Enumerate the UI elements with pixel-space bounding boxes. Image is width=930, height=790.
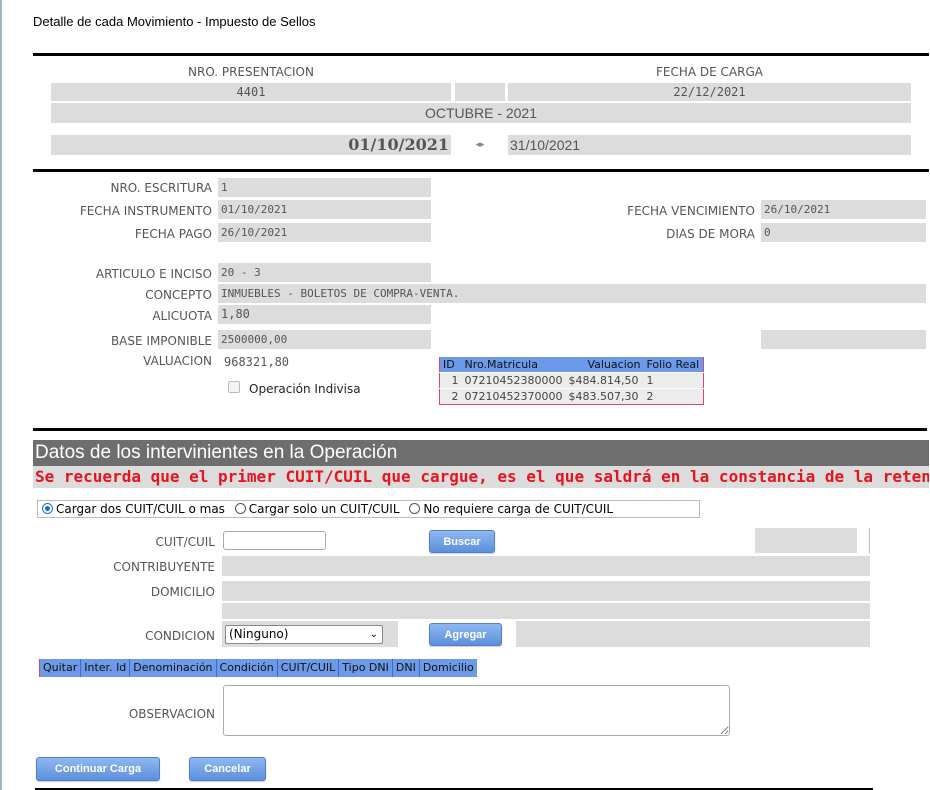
- continuar-carga-button[interactable]: Continuar Carga: [36, 757, 160, 781]
- cell-folio: 2: [643, 388, 704, 405]
- radio-un-cuit[interactable]: Cargar solo un CUIT/CUIL: [234, 502, 400, 516]
- agregar-button[interactable]: Agregar: [429, 623, 502, 646]
- table-row: 2 07210452370000 $483.507,30 2: [439, 388, 704, 405]
- divider: [869, 528, 870, 553]
- col-quitar: Quitar: [40, 659, 82, 677]
- cell-id: 1: [439, 372, 462, 389]
- radio-unselected-icon[interactable]: [234, 503, 246, 514]
- col-inter-id: Inter. Id: [81, 659, 131, 677]
- domicilio-field: [222, 581, 870, 601]
- cell-valuacion: $484.814,50: [565, 372, 644, 389]
- fecha-carga-label: FECHA DE CARGA: [656, 65, 763, 79]
- base-imponible-value: 2500000,00: [218, 330, 431, 349]
- col-denominacion: Denominación: [130, 659, 217, 677]
- valuacion-label: VALUACION: [143, 354, 212, 368]
- fecha-vencimiento-label: FECHA VENCIMIENTO: [627, 204, 755, 218]
- col-tipo-dni: Tipo DNI: [339, 659, 393, 677]
- radio-no-cuit-label: No requiere carga de CUIT/CUIL: [423, 502, 614, 516]
- warning-message: Se recuerda que el primer CUIT/CUIL que …: [33, 466, 929, 488]
- divider: [33, 53, 929, 56]
- articulo-value: 20 - 3: [218, 263, 431, 282]
- empty-field: [755, 528, 857, 553]
- observacion-label: OBSERVACION: [128, 707, 215, 721]
- col-folio-real: Folio Real: [643, 357, 704, 373]
- col-id: ID: [439, 357, 462, 373]
- empty-field: [516, 621, 870, 647]
- fecha-hasta: 31/10/2021: [508, 135, 911, 155]
- articulo-label: ARTICULO E INCISO: [95, 267, 212, 281]
- fecha-instrumento-label: FECHA INSTRUMENTO: [79, 204, 212, 218]
- window-edge: [0, 0, 2, 790]
- concepto-label: CONCEPTO: [145, 288, 212, 302]
- range-arrows-icon: ◂▸: [475, 140, 485, 150]
- cell-matricula: 07210452370000: [461, 388, 566, 405]
- section-title: Datos de los intervinientes en la Operac…: [33, 440, 929, 466]
- buscar-button[interactable]: Buscar: [429, 530, 495, 553]
- radio-un-cuit-label: Cargar solo un CUIT/CUIL: [248, 502, 400, 516]
- domicilio-label: DOMICILIO: [150, 585, 215, 599]
- intervinientes-table-header: Quitar Inter. Id Denominación Condición …: [39, 659, 477, 677]
- col-valuacion: Valuacion: [565, 357, 644, 373]
- cell-valuacion: $483.507,30: [565, 388, 644, 405]
- dias-mora-value: 0: [761, 223, 926, 242]
- table-row: 1 07210452380000 $484.814,50 1: [439, 372, 704, 389]
- radio-no-cuit[interactable]: No requiere carga de CUIT/CUIL: [409, 502, 613, 516]
- condicion-label: CONDICION: [145, 629, 215, 643]
- empty-field: [761, 330, 926, 349]
- periodo-title: OCTUBRE - 2021: [51, 103, 911, 123]
- cuit-input[interactable]: [223, 531, 326, 550]
- nro-presentacion-label: NRO. PRESENTACION: [188, 65, 314, 79]
- divider: [33, 428, 927, 431]
- matriculas-table: ID Nro.Matricula Valuacion Folio Real 1 …: [439, 357, 704, 405]
- alicuota-value: 1,80: [218, 305, 431, 324]
- fecha-carga-value: 22/12/2021: [508, 83, 911, 101]
- cell-id: 2: [439, 388, 462, 405]
- radio-dos-cuit-label: Cargar dos CUIT/CUIL o mas: [56, 502, 225, 516]
- col-domicilio: Domicilio: [422, 661, 474, 674]
- cuit-label: CUIT/CUIL: [155, 535, 215, 549]
- chevron-down-icon: ⌄: [369, 629, 378, 640]
- col-nro-matricula: Nro.Matricula: [461, 357, 566, 373]
- cell-folio: 1: [643, 372, 704, 389]
- fecha-pago-label: FECHA PAGO: [134, 227, 212, 241]
- radio-selected-icon[interactable]: [42, 503, 53, 514]
- fecha-desde: 01/10/2021: [51, 135, 451, 155]
- col-cuit: CUIT/CUIL: [278, 659, 340, 677]
- fecha-instrumento-value: 01/10/2021: [218, 200, 431, 219]
- dias-mora-label: DIAS DE MORA: [666, 227, 755, 241]
- nro-escritura-value: 1: [218, 178, 431, 197]
- base-imponible-label: BASE IMPONIBLE: [110, 334, 212, 348]
- domicilio-field-2: [222, 603, 870, 619]
- col-dni: DNI: [393, 659, 420, 677]
- cell-matricula: 07210452380000: [461, 372, 566, 389]
- concepto-value: INMUEBLES - BOLETOS DE COMPRA-VENTA.: [218, 284, 926, 303]
- fecha-pago-value: 26/10/2021: [218, 223, 431, 242]
- condicion-selected-value: (Ninguno): [229, 627, 289, 641]
- valuacion-value: 968321,80: [224, 355, 290, 369]
- indivisa-label: Operación Indivisa: [249, 382, 361, 396]
- alicuota-label: ALICUOTA: [152, 309, 212, 323]
- col-condicion: Condición: [217, 659, 278, 677]
- nro-escritura-label: NRO. ESCRITURA: [110, 181, 212, 195]
- radio-dos-cuit[interactable]: Cargar dos CUIT/CUIL o mas: [42, 502, 225, 516]
- divider: [33, 169, 929, 172]
- observacion-textarea[interactable]: [223, 685, 730, 736]
- page-title: Detalle de cada Movimiento - Impuesto de…: [33, 14, 316, 29]
- radio-unselected-icon[interactable]: [409, 503, 421, 514]
- contribuyente-label: CONTRIBUYENTE: [113, 560, 215, 574]
- nro-presentacion-value: 4401: [51, 83, 451, 101]
- cancelar-button[interactable]: Cancelar: [189, 757, 266, 781]
- header-spacer: [455, 83, 505, 101]
- contribuyente-field: [222, 556, 870, 576]
- fecha-vencimiento-value: 26/10/2021: [761, 200, 926, 219]
- condicion-select[interactable]: (Ninguno) ⌄: [225, 625, 383, 644]
- carga-mode-radio-group: Cargar dos CUIT/CUIL o mas Cargar solo u…: [37, 500, 700, 518]
- indivisa-checkbox[interactable]: [228, 381, 240, 393]
